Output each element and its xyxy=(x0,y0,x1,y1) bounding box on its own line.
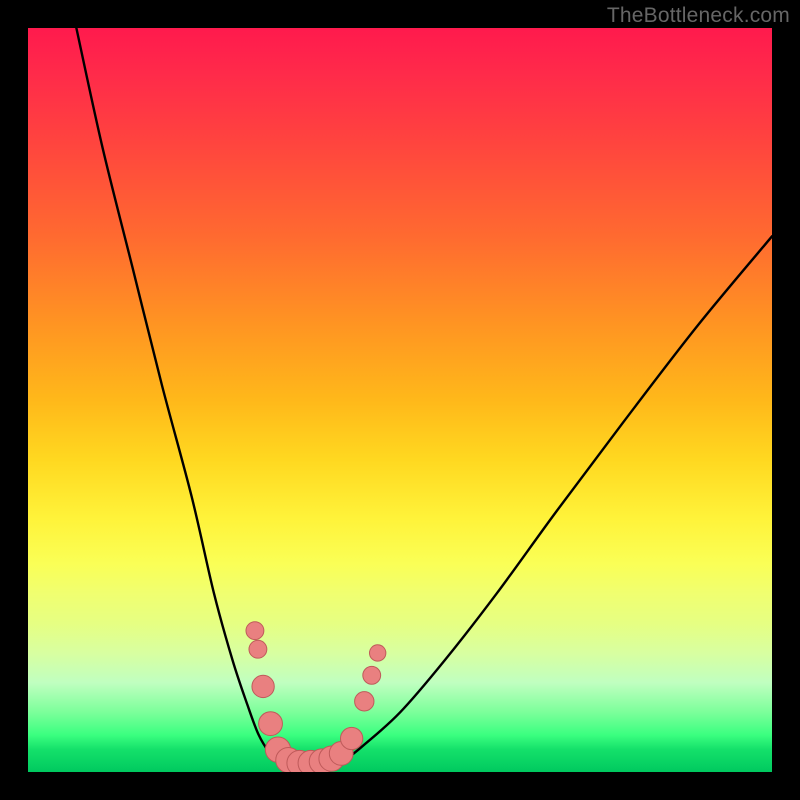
watermark-text: TheBottleneck.com xyxy=(607,4,790,28)
outer-frame: TheBottleneck.com xyxy=(0,0,800,800)
plot-background-gradient xyxy=(28,28,772,772)
